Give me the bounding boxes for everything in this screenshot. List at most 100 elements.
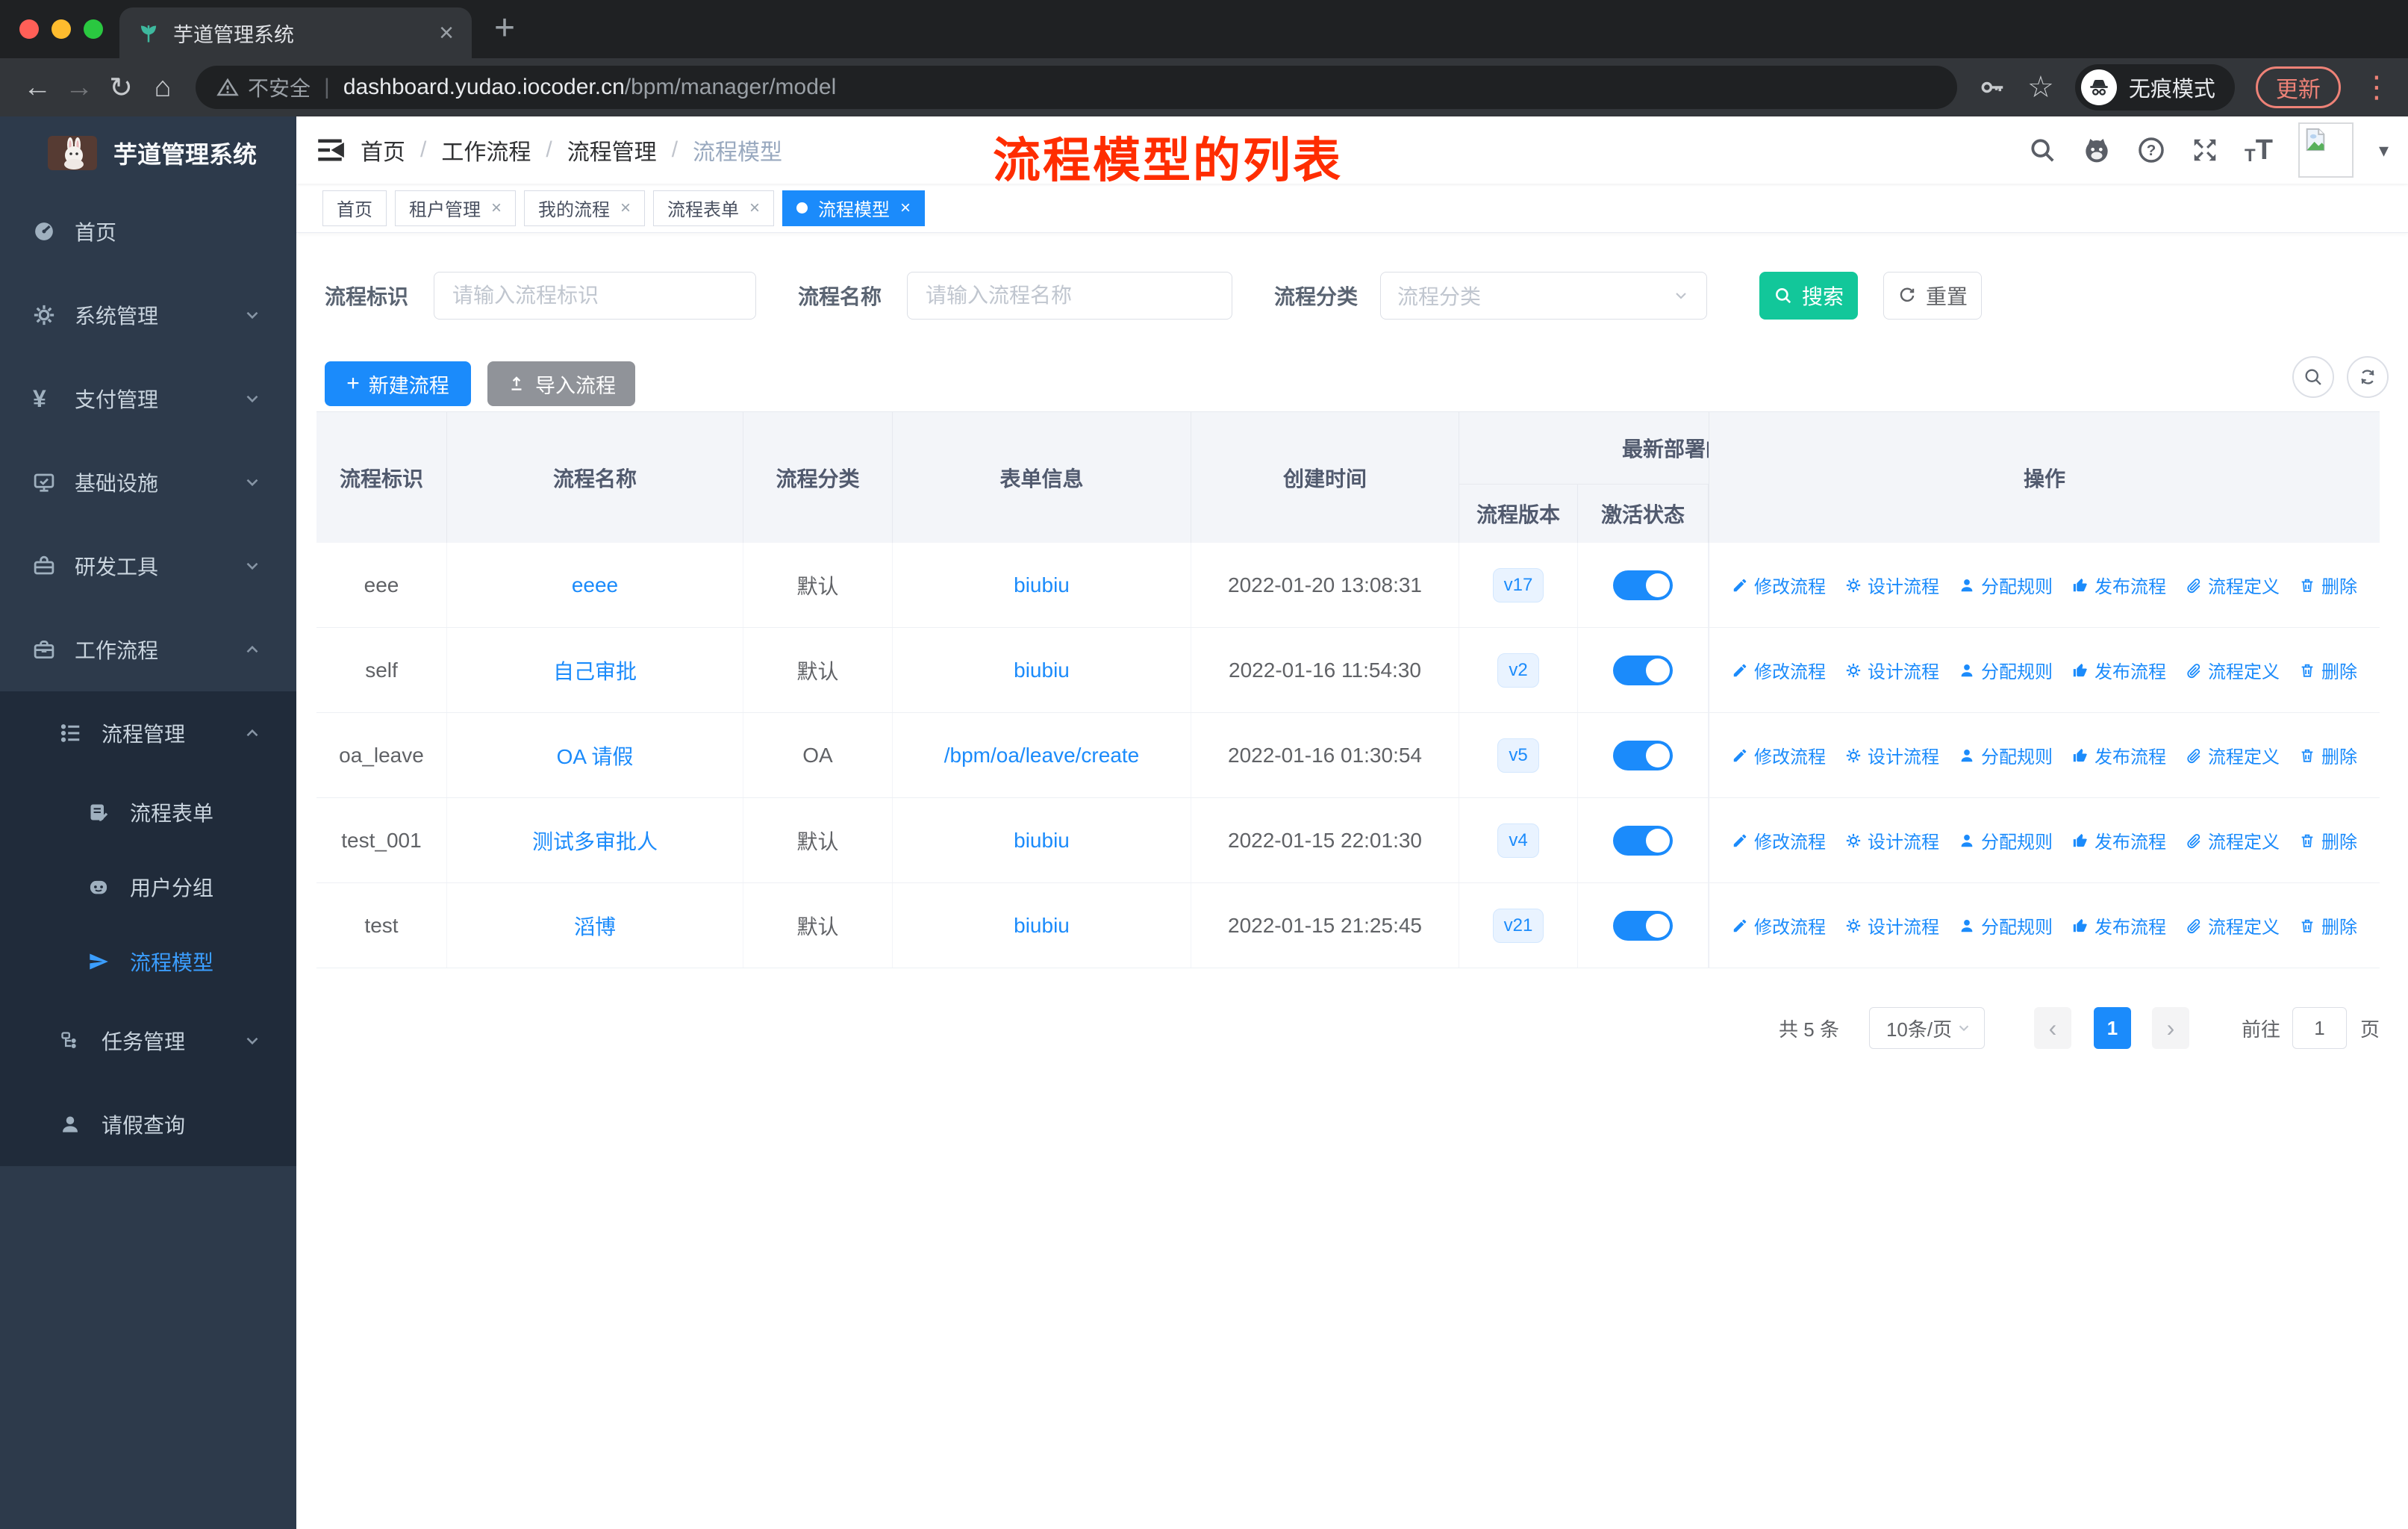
breadcrumb-process-management[interactable]: 流程管理 bbox=[567, 134, 657, 166]
sidebar-item-system[interactable]: 系统管理 bbox=[0, 273, 296, 357]
active-toggle[interactable] bbox=[1613, 655, 1673, 685]
design-process-link[interactable]: 设计流程 bbox=[1845, 742, 1939, 768]
close-tag-icon[interactable]: × bbox=[491, 198, 502, 219]
delete-link[interactable]: 删除 bbox=[2299, 742, 2357, 768]
tag-my-process[interactable]: 我的流程 × bbox=[524, 190, 646, 226]
close-window-button[interactable] bbox=[19, 19, 39, 39]
breadcrumb-home[interactable]: 首页 bbox=[361, 134, 405, 166]
window-controls[interactable] bbox=[19, 19, 103, 39]
edit-process-link[interactable]: 修改流程 bbox=[1732, 827, 1826, 853]
version-badge[interactable]: v4 bbox=[1497, 823, 1539, 858]
goto-page-input[interactable] bbox=[2292, 1007, 2347, 1049]
tag-process-form[interactable]: 流程表单 × bbox=[653, 190, 775, 226]
sidebar-item-user-group[interactable]: 用户分组 bbox=[0, 850, 296, 924]
browser-update-button[interactable]: 更新 bbox=[2255, 66, 2341, 108]
publish-process-link[interactable]: 发布流程 bbox=[2072, 572, 2166, 598]
assign-rule-link[interactable]: 分配规则 bbox=[1959, 912, 2053, 938]
search-icon[interactable] bbox=[2028, 136, 2056, 164]
key-icon[interactable] bbox=[1978, 73, 2006, 102]
font-size-icon[interactable]: TT bbox=[2245, 134, 2273, 166]
assign-rule-link[interactable]: 分配规则 bbox=[1959, 572, 2053, 598]
form-info-link[interactable]: biubiu bbox=[1014, 658, 1070, 682]
prev-page-button[interactable]: ‹ bbox=[2033, 1007, 2071, 1049]
process-definition-link[interactable]: 流程定义 bbox=[2186, 572, 2280, 598]
sidebar-item-workflow[interactable]: 工作流程 bbox=[0, 608, 296, 691]
version-badge[interactable]: v2 bbox=[1497, 653, 1539, 688]
form-info-link[interactable]: biubiu bbox=[1014, 914, 1070, 938]
active-toggle[interactable] bbox=[1613, 740, 1673, 770]
model-name-link[interactable]: 测试多审批人 bbox=[532, 826, 658, 856]
sidebar-item-payment[interactable]: ¥ 支付管理 bbox=[0, 357, 296, 440]
model-name-link[interactable]: 自己审批 bbox=[553, 655, 637, 685]
next-page-button[interactable]: › bbox=[2151, 1007, 2189, 1049]
form-info-link[interactable]: biubiu bbox=[1014, 829, 1070, 853]
filter-category-select[interactable]: 流程分类 bbox=[1380, 272, 1708, 320]
assign-rule-link[interactable]: 分配规则 bbox=[1959, 657, 2053, 683]
refresh-table-button[interactable] bbox=[2347, 356, 2389, 398]
version-badge[interactable]: v21 bbox=[1492, 908, 1544, 943]
bookmark-star-icon[interactable]: ☆ bbox=[2027, 70, 2054, 105]
sidebar-item-task-management[interactable]: 任务管理 bbox=[0, 999, 296, 1083]
delete-link[interactable]: 删除 bbox=[2299, 572, 2357, 598]
close-tab-icon[interactable]: × bbox=[439, 20, 454, 46]
model-name-link[interactable]: 滔博 bbox=[574, 911, 616, 941]
import-process-button[interactable]: 导入流程 bbox=[487, 361, 635, 406]
publish-process-link[interactable]: 发布流程 bbox=[2072, 827, 2166, 853]
edit-process-link[interactable]: 修改流程 bbox=[1732, 572, 1826, 598]
sidebar-item-home[interactable]: 首页 bbox=[0, 190, 296, 273]
page-size-select[interactable]: 10条/页 bbox=[1868, 1007, 1985, 1049]
tag-home[interactable]: 首页 bbox=[322, 190, 387, 226]
fullscreen-icon[interactable] bbox=[2191, 136, 2219, 164]
home-icon[interactable]: ⌂ bbox=[142, 72, 184, 104]
model-name-link[interactable]: eeee bbox=[572, 573, 618, 597]
form-info-link[interactable]: biubiu bbox=[1014, 573, 1070, 597]
sidebar-item-devtools[interactable]: 研发工具 bbox=[0, 524, 296, 608]
sidebar-item-process-management[interactable]: 流程管理 bbox=[0, 691, 296, 775]
help-icon[interactable]: ? bbox=[2137, 136, 2165, 164]
breadcrumb-workflow[interactable]: 工作流程 bbox=[441, 134, 531, 166]
github-icon[interactable] bbox=[2082, 135, 2112, 165]
active-toggle[interactable] bbox=[1613, 825, 1673, 856]
browser-tab[interactable]: 芋道管理系统 × bbox=[119, 7, 472, 58]
back-icon[interactable]: ← bbox=[16, 72, 58, 104]
new-tab-button[interactable]: + bbox=[494, 10, 515, 46]
show-search-button[interactable] bbox=[2292, 356, 2334, 398]
delete-link[interactable]: 删除 bbox=[2299, 912, 2357, 938]
active-toggle[interactable] bbox=[1613, 910, 1673, 941]
form-info-link[interactable]: /bpm/oa/leave/create bbox=[944, 744, 1140, 767]
sidebar-item-leave-query[interactable]: 请假查询 bbox=[0, 1083, 296, 1166]
edit-process-link[interactable]: 修改流程 bbox=[1732, 657, 1826, 683]
publish-process-link[interactable]: 发布流程 bbox=[2072, 657, 2166, 683]
app-logo[interactable]: 芋道管理系统 bbox=[0, 116, 296, 190]
process-definition-link[interactable]: 流程定义 bbox=[2186, 827, 2280, 853]
publish-process-link[interactable]: 发布流程 bbox=[2072, 742, 2166, 768]
delete-link[interactable]: 删除 bbox=[2299, 827, 2357, 853]
design-process-link[interactable]: 设计流程 bbox=[1845, 657, 1939, 683]
filter-key-input[interactable] bbox=[434, 272, 757, 320]
security-status[interactable]: 不安全 bbox=[216, 72, 311, 102]
sidebar-item-infrastructure[interactable]: 基础设施 bbox=[0, 440, 296, 524]
edit-process-link[interactable]: 修改流程 bbox=[1732, 912, 1826, 938]
caret-down-icon[interactable]: ▾ bbox=[2379, 139, 2389, 162]
reload-icon[interactable]: ↻ bbox=[100, 71, 142, 105]
collapse-sidebar-icon[interactable] bbox=[314, 134, 346, 166]
process-definition-link[interactable]: 流程定义 bbox=[2186, 742, 2280, 768]
address-bar[interactable]: 不安全 | dashboard.yudao.iocoder.cn/bpm/man… bbox=[196, 66, 1957, 109]
forward-icon[interactable]: → bbox=[58, 72, 100, 104]
search-button[interactable]: 搜索 bbox=[1759, 272, 1859, 320]
sidebar-item-process-model[interactable]: 流程模型 bbox=[0, 924, 296, 999]
version-badge[interactable]: v17 bbox=[1492, 567, 1544, 602]
close-tag-icon[interactable]: × bbox=[900, 198, 911, 219]
browser-menu-icon[interactable]: ⋮ bbox=[2362, 72, 2392, 102]
version-badge[interactable]: v5 bbox=[1497, 738, 1539, 773]
minimize-window-button[interactable] bbox=[52, 19, 71, 39]
process-definition-link[interactable]: 流程定义 bbox=[2186, 657, 2280, 683]
close-tag-icon[interactable]: × bbox=[620, 198, 631, 219]
reset-button[interactable]: 重置 bbox=[1883, 272, 1983, 320]
design-process-link[interactable]: 设计流程 bbox=[1845, 912, 1939, 938]
process-definition-link[interactable]: 流程定义 bbox=[2186, 912, 2280, 938]
delete-link[interactable]: 删除 bbox=[2299, 657, 2357, 683]
create-process-button[interactable]: + 新建流程 bbox=[325, 361, 471, 406]
zoom-window-button[interactable] bbox=[84, 19, 103, 39]
filter-name-input[interactable] bbox=[907, 272, 1233, 320]
